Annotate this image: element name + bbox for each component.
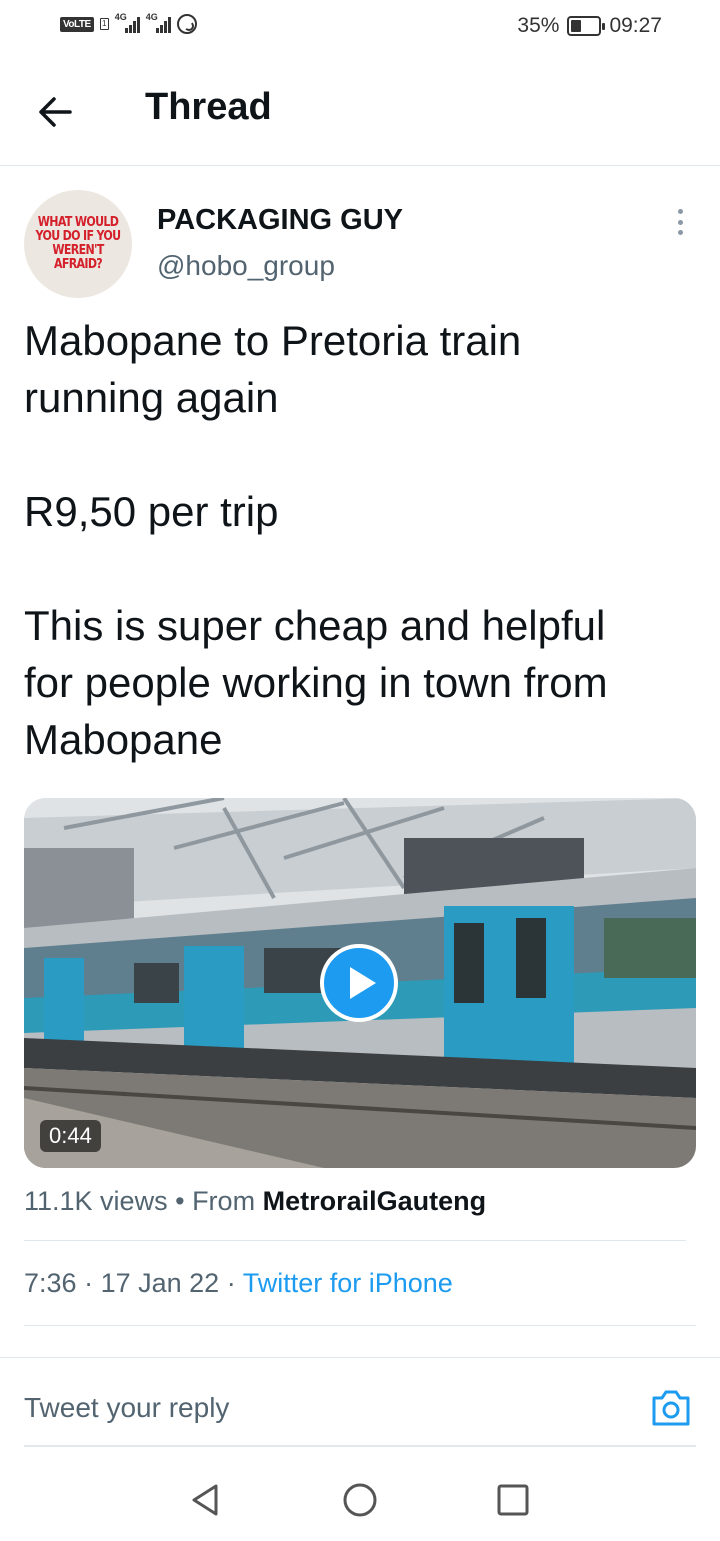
status-bar: VoLTE 1 4G 4G 35% 09:27 [0,0,720,56]
divider [24,1240,686,1241]
reply-input[interactable]: Tweet your reply [24,1392,229,1424]
back-nav-icon[interactable] [186,1480,226,1520]
home-nav-icon[interactable] [340,1480,380,1520]
separator-dot: · [84,1268,101,1298]
network-type-2: 4G [145,12,158,22]
clock: 09:27 [609,14,662,37]
video-source-link[interactable]: MetrorailGauteng [263,1186,487,1216]
arrow-left-icon[interactable] [32,88,80,136]
video-duration: 0:44 [40,1120,101,1152]
battery-icon [567,16,606,36]
views-line: 11.1K views • From MetrorailGauteng [24,1186,486,1217]
separator-dot: • [175,1186,193,1216]
client-link[interactable]: Twitter for iPhone [243,1268,453,1298]
volte-indicator: VoLTE [60,16,94,32]
avatar[interactable]: WHAT WOULD YOU DO IF YOU WEREN'T AFRAID? [24,190,132,298]
from-prefix: From [192,1186,256,1216]
more-options-icon[interactable] [668,206,692,238]
thread-header: Thread [0,56,720,166]
view-count: 11.1K views [24,1186,168,1216]
signal-icon: 4G [114,12,140,33]
sim-indicator: 1 [99,18,109,30]
avatar-text: WHAT WOULD YOU DO IF YOU WEREN'T AFRAID? [35,215,122,272]
divider [24,1325,696,1326]
network-type: 4G [114,12,127,22]
play-icon[interactable] [320,944,398,1022]
tweet-meta: 7:36 · 17 Jan 22 · Twitter for iPhone [24,1268,453,1299]
video-player[interactable]: 0:44 [24,798,696,1168]
user-handle[interactable]: @hobo_group [157,250,335,282]
whatsapp-icon [176,14,197,34]
recents-nav-icon[interactable] [493,1480,533,1520]
page-title: Thread [145,86,272,128]
tweet-text: Mabopane to Pretoria train running again… [24,317,608,763]
tweet-time: 7:36 [24,1268,77,1298]
signal-icon-2: 4G [145,12,171,33]
battery-percent: 35% [517,14,560,37]
separator-dot: · [226,1268,243,1298]
display-name[interactable]: PACKAGING GUY [157,204,403,237]
camera-icon[interactable] [650,1388,692,1428]
reply-underline [24,1445,696,1447]
system-nav-bar [0,1460,720,1541]
tweet-date: 17 Jan 22 [100,1268,220,1298]
divider [0,1357,720,1358]
